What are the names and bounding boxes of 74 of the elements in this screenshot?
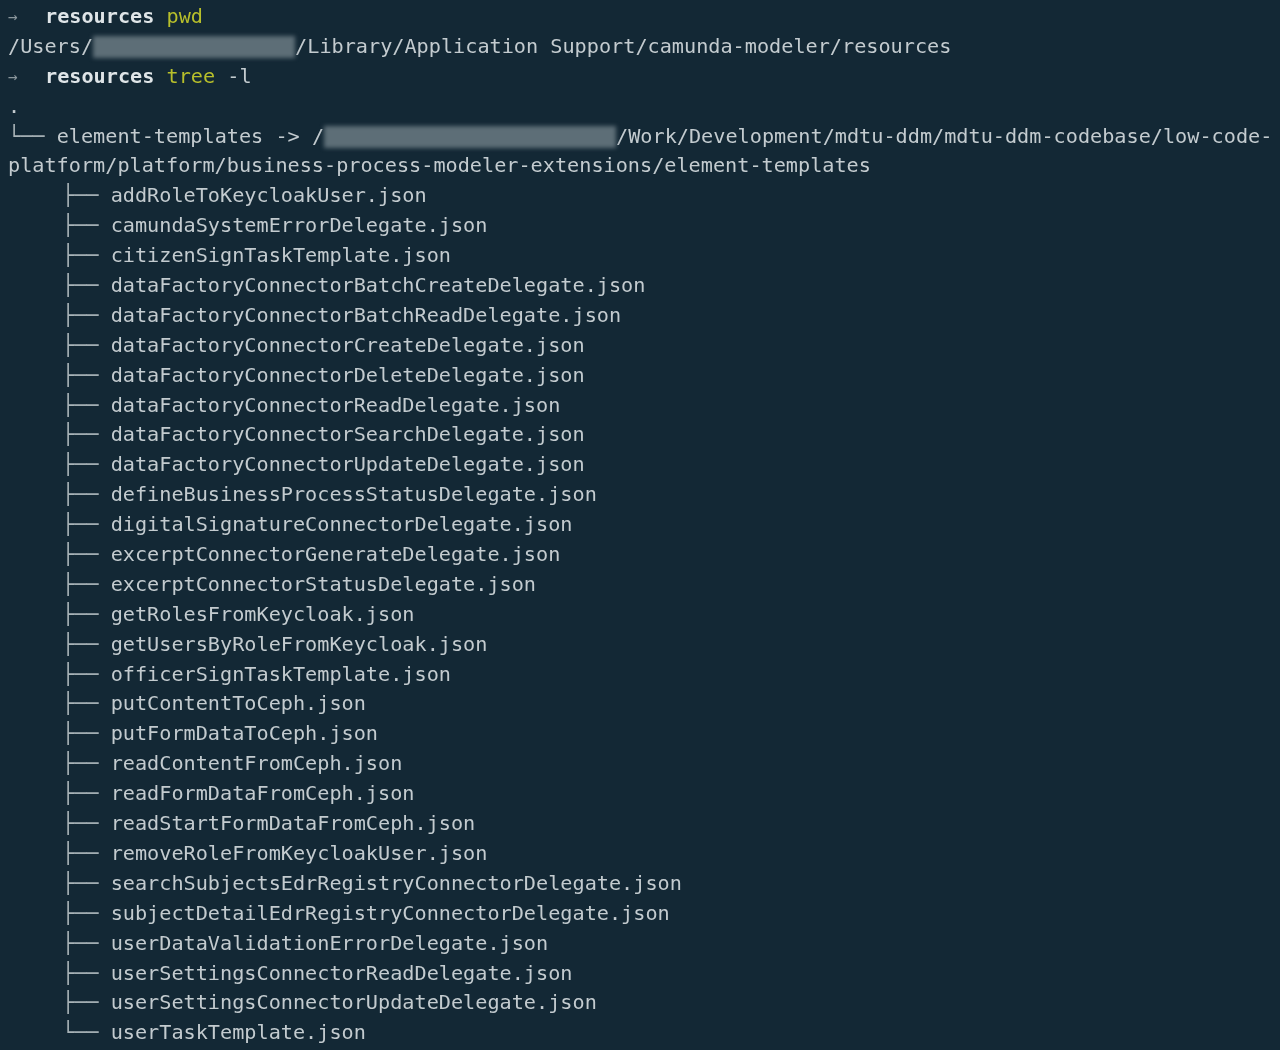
file-name: defineBusinessProcessStatusDelegate.json xyxy=(110,481,597,509)
tree-branch: ├── xyxy=(62,481,99,509)
tree-branch: ├── xyxy=(62,212,99,240)
file-name: camundaSystemErrorDelegate.json xyxy=(110,212,488,240)
file-name: readContentFromCeph.json xyxy=(110,750,403,778)
tree-branch: ├── xyxy=(62,989,99,1017)
symlink-target: /Work/Development/mdtu-ddm/mdtu-ddm-codebase/low-code- xyxy=(616,122,1273,150)
file-name: addRoleToKeycloakUser.json xyxy=(110,182,427,210)
tree-branch: ├── xyxy=(62,869,99,897)
file-name: userSettingsConnectorUpdateDelegate.json xyxy=(110,989,597,1017)
tree-root: . xyxy=(8,92,21,120)
symlink-target: platform/platform/business-process-modeler-extensions/element-templates xyxy=(8,152,871,180)
file-name: getRolesFromKeycloak.json xyxy=(110,600,415,628)
file-name: readFormDataFromCeph.json xyxy=(110,780,415,808)
prompt-directory: resources xyxy=(45,3,155,30)
file-name: subjectDetailEdrRegistryConnectorDelegate.json xyxy=(110,899,670,927)
command-text: pwd xyxy=(166,3,203,30)
file-name: userTaskTemplate.json xyxy=(110,1019,366,1047)
tree-branch: ├── xyxy=(62,391,99,419)
symlink-name: element-templates xyxy=(56,122,264,150)
output-text: /Library/Application Support/camunda-modeler/resources xyxy=(295,32,952,60)
tree-branch: ├── xyxy=(62,929,99,957)
tree-branch: ├── xyxy=(62,511,99,539)
file-name: digitalSignatureConnectorDelegate.json xyxy=(110,511,573,539)
tree-branch: └── xyxy=(8,122,45,150)
file-name: removeRoleFromKeycloakUser.json xyxy=(110,839,488,867)
symlink-arrow: -> xyxy=(275,122,300,150)
tree-branch: ├── xyxy=(62,451,99,479)
command-text: tree xyxy=(166,62,216,90)
file-name: dataFactoryConnectorSearchDelegate.json xyxy=(110,421,585,449)
tree-branch: ├── xyxy=(62,182,99,210)
tree-branch: ├── xyxy=(62,630,99,658)
file-name: putContentToCeph.json xyxy=(110,690,366,718)
tree-branch: ├── xyxy=(62,331,99,359)
file-name: searchSubjectsEdrRegistryConnectorDelegate.json xyxy=(110,869,682,897)
file-name: dataFactoryConnectorCreateDelegate.json xyxy=(110,331,585,359)
tree-branch: ├── xyxy=(62,242,99,270)
file-name: dataFactoryConnectorDeleteDelegate.json xyxy=(110,361,585,389)
file-name: excerptConnectorGenerateDelegate.json xyxy=(110,541,561,569)
file-name: userDataValidationErrorDelegate.json xyxy=(110,929,549,957)
file-name: dataFactoryConnectorReadDelegate.json xyxy=(110,391,561,419)
tree-branch: └── xyxy=(62,1019,99,1047)
prompt-directory: resources xyxy=(45,62,155,90)
tree-branch: ├── xyxy=(62,361,99,389)
tree-branch: ├── xyxy=(62,780,99,808)
file-name: getUsersByRoleFromKeycloak.json xyxy=(110,630,488,658)
tree-branch: ├── xyxy=(62,839,99,867)
command-args: -l xyxy=(227,62,252,90)
tree-branch: ├── xyxy=(62,720,99,748)
tree-branch: ├── xyxy=(62,660,99,688)
file-name: userSettingsConnectorReadDelegate.json xyxy=(110,959,573,987)
tree-branch: ├── xyxy=(62,690,99,718)
prompt-arrow: → xyxy=(8,6,19,28)
tree-branch: ├── xyxy=(62,899,99,927)
tree-branch: ├── xyxy=(62,750,99,778)
file-name: dataFactoryConnectorBatchCreateDelegate.json xyxy=(110,272,646,299)
file-name: excerptConnectorStatusDelegate.json xyxy=(110,570,536,598)
tree-branch: ├── xyxy=(62,541,99,569)
file-name: dataFactoryConnectorUpdateDelegate.json xyxy=(110,451,585,479)
tree-branch: ├── xyxy=(62,272,99,299)
tree-branch: ├── xyxy=(62,570,99,598)
file-name: readStartFormDataFromCeph.json xyxy=(110,810,476,838)
file-name: dataFactoryConnectorBatchReadDelegate.json xyxy=(110,301,622,329)
tree-branch: ├── xyxy=(62,600,99,628)
tree-branch: ├── xyxy=(62,301,99,329)
file-name: putFormDataToCeph.json xyxy=(110,720,378,748)
output-text: /Users/ xyxy=(8,32,94,60)
symlink-target: / xyxy=(311,122,325,150)
tree-branch: ├── xyxy=(62,959,99,987)
prompt-arrow: → xyxy=(8,65,19,88)
file-name: citizenSignTaskTemplate.json xyxy=(110,242,451,270)
tree-branch: ├── xyxy=(62,421,99,449)
tree-branch: ├── xyxy=(62,810,99,838)
file-name: officerSignTaskTemplate.json xyxy=(110,660,451,688)
